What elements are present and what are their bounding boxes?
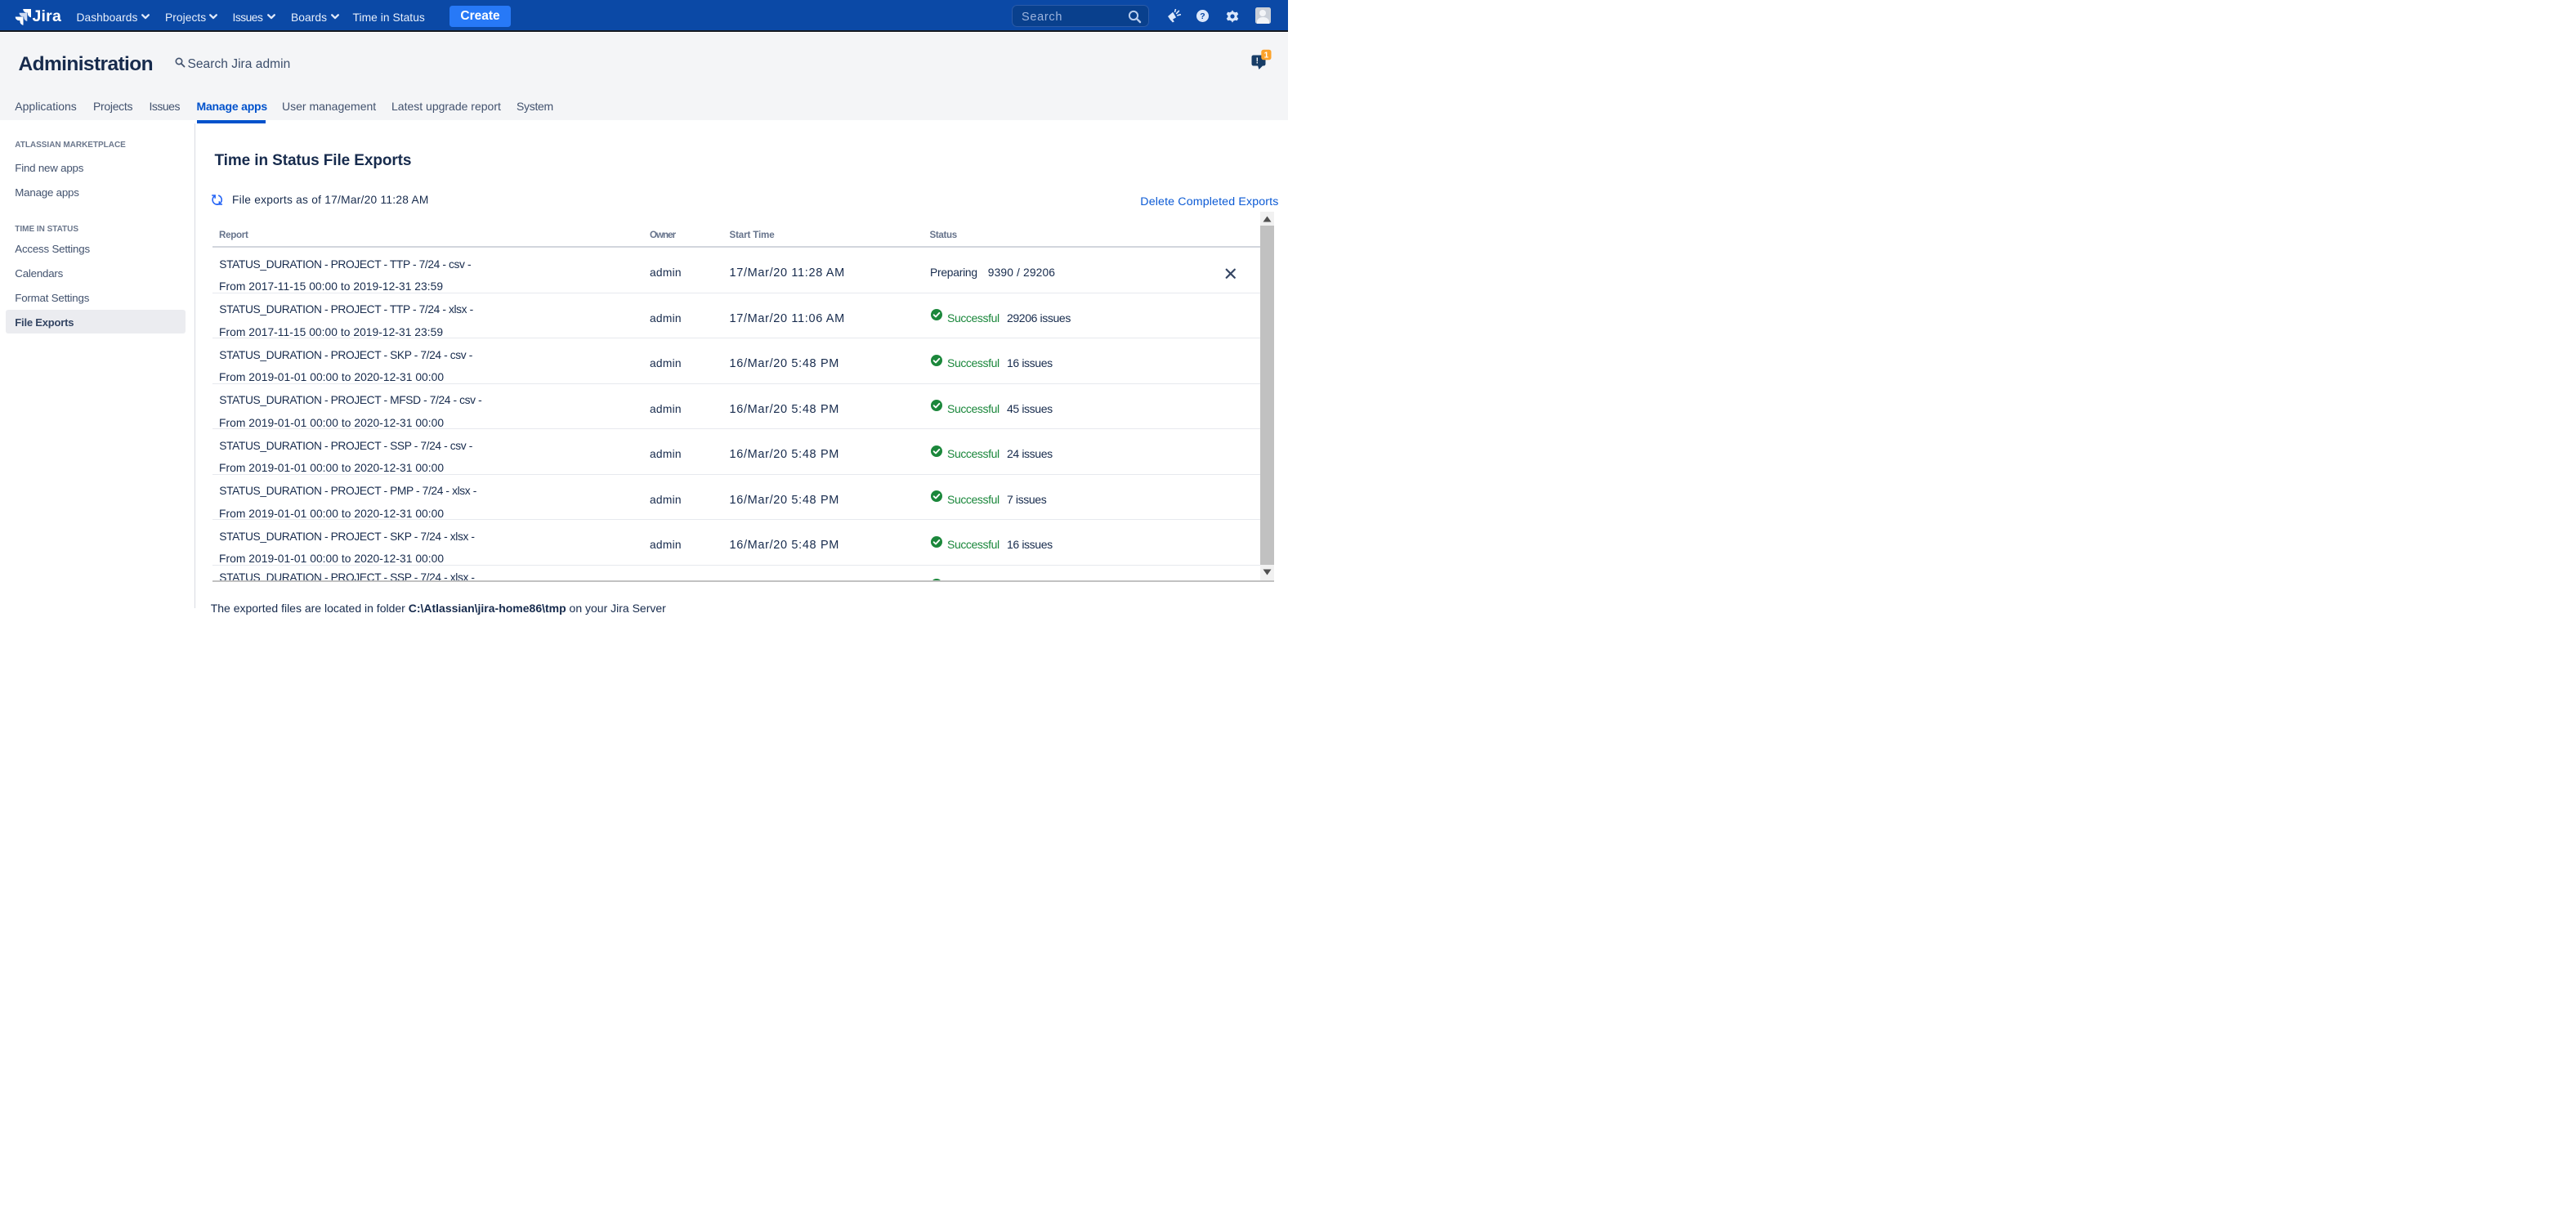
- svg-text:!: !: [1256, 57, 1259, 66]
- svg-text:?: ?: [1200, 11, 1205, 21]
- svg-text:1: 1: [1264, 51, 1269, 60]
